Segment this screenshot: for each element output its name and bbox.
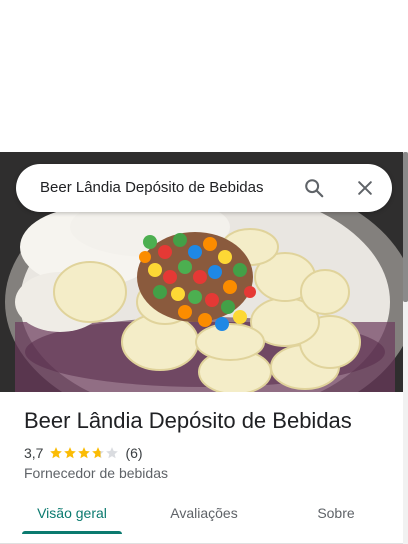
search-bar[interactable]: Beer Lândia Depósito de Bebidas: [16, 164, 392, 212]
star-empty-icon: [106, 447, 119, 459]
rating-row[interactable]: 3,7 (6): [24, 444, 143, 462]
star-half-icon: [92, 447, 105, 459]
star-filled-icon: [64, 447, 77, 459]
rating-value: 3,7: [24, 445, 44, 461]
scrollbar-thumb[interactable]: [403, 152, 408, 302]
close-icon: [358, 181, 372, 195]
place-name: Beer Lândia Depósito de Bebidas: [24, 408, 352, 433]
clear-search-button[interactable]: [353, 176, 377, 200]
tab-overview[interactable]: Visão geral: [22, 493, 122, 533]
active-tab-indicator: [22, 531, 122, 534]
star-filled-icon: [78, 447, 91, 459]
search-button[interactable]: [302, 176, 326, 200]
search-input[interactable]: Beer Lândia Depósito de Bebidas: [40, 164, 264, 212]
search-icon: [305, 179, 324, 198]
rating-stars: [49, 446, 119, 460]
star-filled-icon: [50, 447, 63, 459]
place-tabs: Visão geral Avaliações Sobre: [0, 493, 403, 537]
review-count[interactable]: (6): [125, 445, 142, 461]
place-category: Fornecedor de bebidas: [24, 465, 168, 481]
page-scrollbar[interactable]: [403, 152, 408, 544]
top-blank-area: [0, 0, 408, 152]
tab-reviews[interactable]: Avaliações: [154, 493, 254, 533]
tab-about[interactable]: Sobre: [286, 493, 386, 533]
